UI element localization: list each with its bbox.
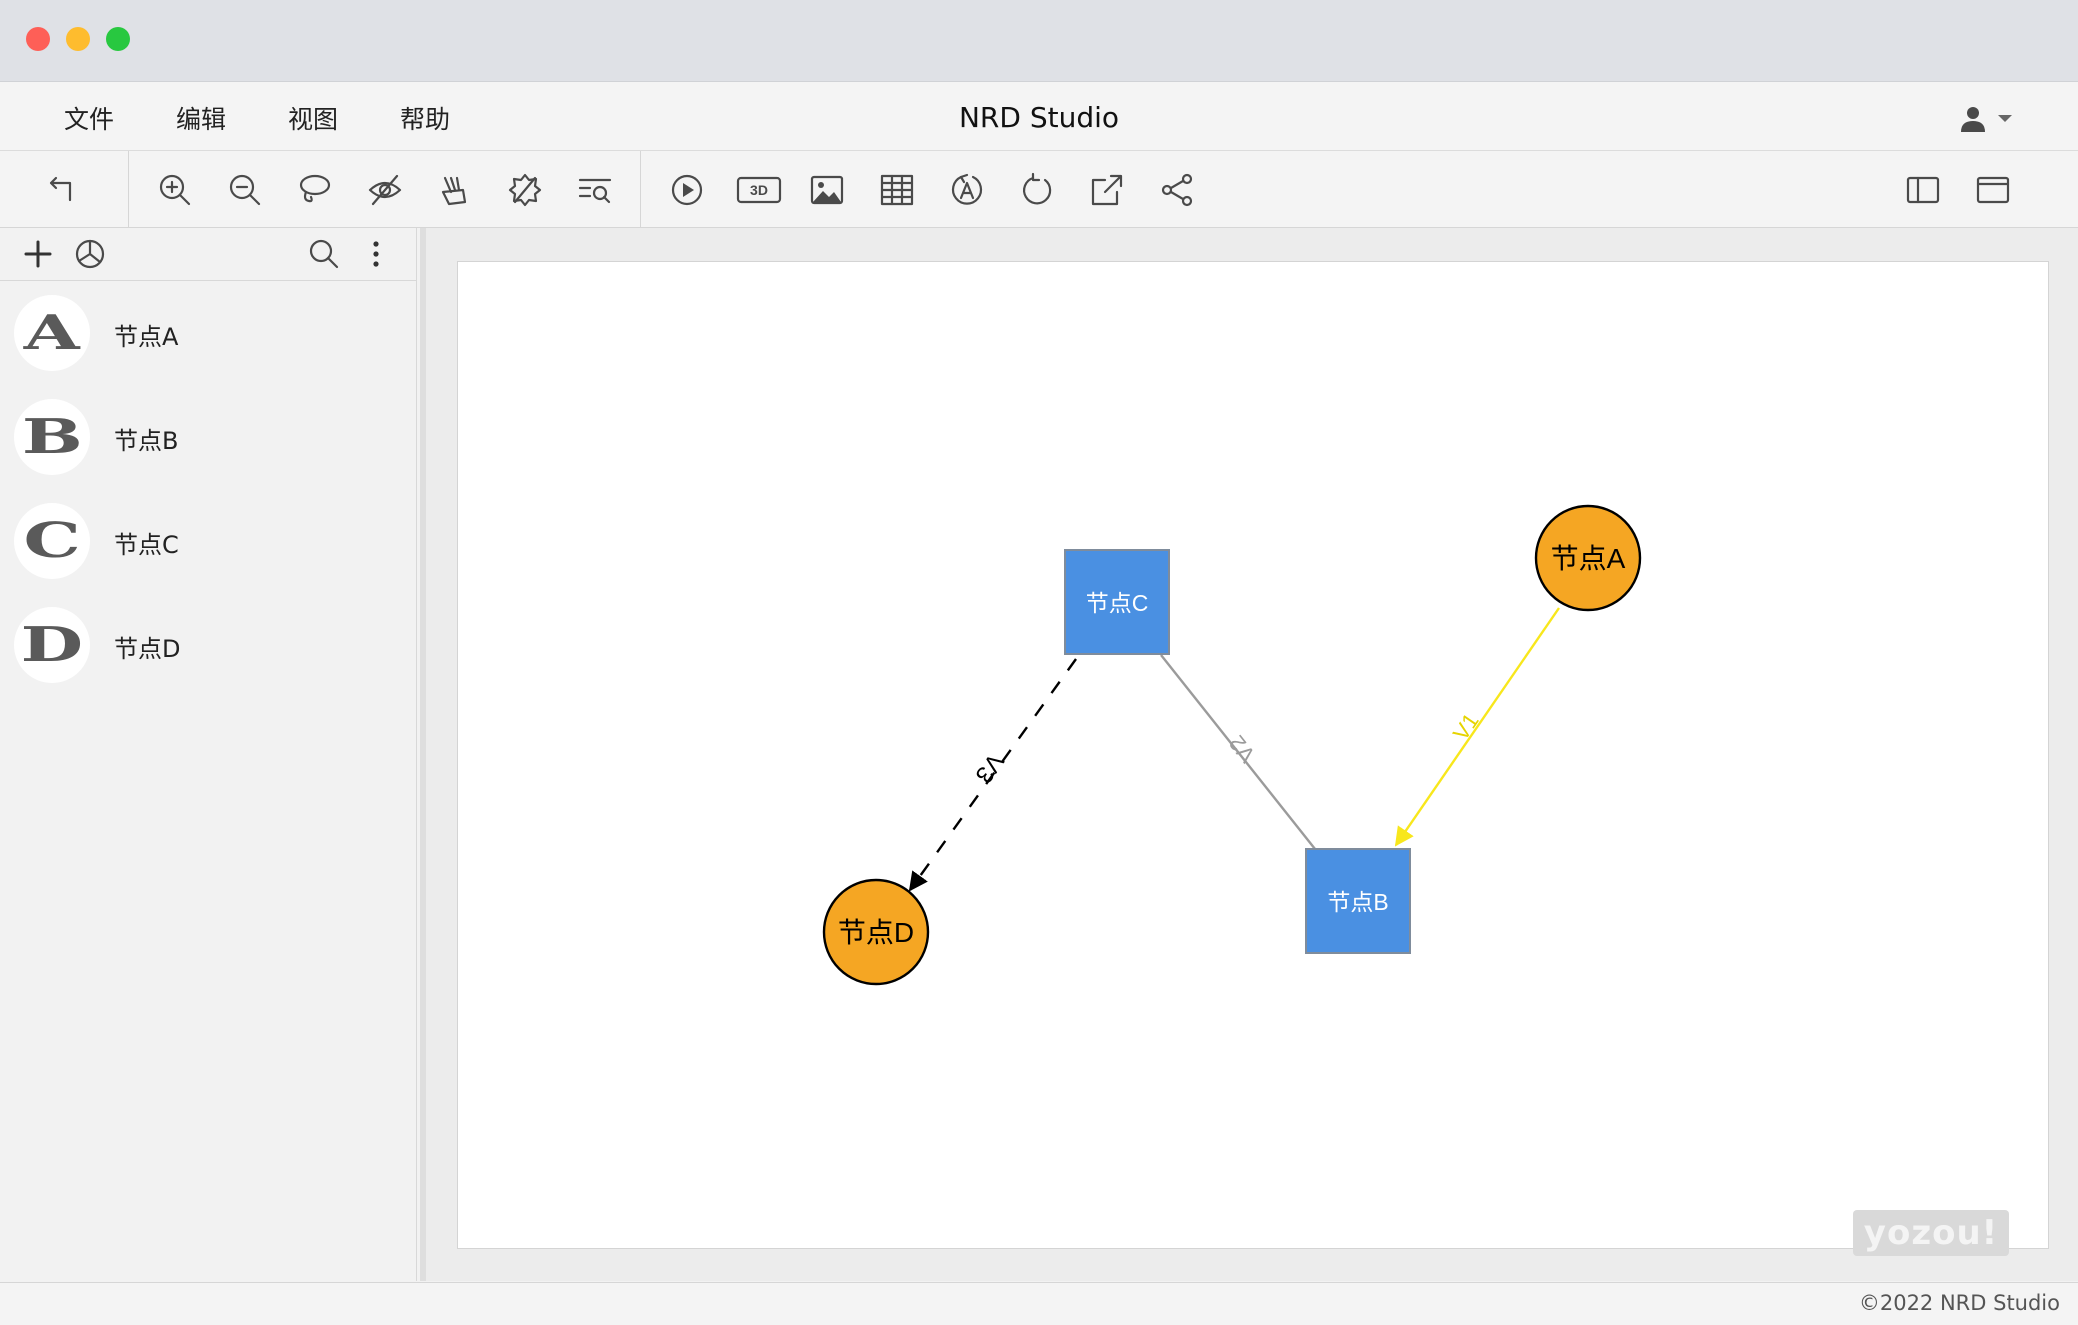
export-button[interactable] [1086, 169, 1128, 211]
hide-button[interactable] [364, 169, 406, 211]
node-c-icon: C [14, 503, 90, 579]
play-icon [671, 174, 703, 206]
edge-label-v2: V2 [1224, 731, 1260, 768]
table-button[interactable] [876, 169, 918, 211]
node-list-label: 节点D [114, 635, 181, 663]
graph-node-a[interactable]: 节点A [1534, 504, 1642, 612]
zoom-in-icon [159, 174, 191, 206]
edge-label-v3: V3 [970, 748, 1009, 788]
copyright-text: ©2022 NRD Studio [1858, 1291, 2060, 1315]
refresh-icon [1023, 172, 1052, 205]
image-button[interactable] [806, 169, 848, 211]
graph-node-label: 节点A [1551, 543, 1626, 574]
edge-label-v1: V1 [1448, 709, 1484, 745]
menu-help[interactable]: 帮助 [400, 100, 450, 136]
graph-node-d[interactable]: 节点D [822, 878, 930, 986]
graph-svg: V1 V2 V3 节点C 节点B 节点A 节点D [822, 504, 1642, 986]
node-list-label: 节点C [114, 531, 179, 559]
export-icon [1091, 174, 1123, 206]
toolbar-divider [128, 151, 129, 227]
pie-chart-icon [75, 239, 105, 269]
clear-selection-button[interactable] [504, 169, 546, 211]
lasso-button[interactable] [294, 169, 336, 211]
brush-button[interactable] [434, 169, 476, 211]
clear-selection-icon [508, 173, 542, 207]
node-list-item-d[interactable]: D 节点D [0, 593, 416, 697]
add-node-button[interactable] [20, 236, 56, 272]
graph-canvas[interactable]: V1 V2 V3 节点C 节点B 节点A 节点D [457, 261, 2049, 1249]
zoom-in-button[interactable] [154, 169, 196, 211]
menu-edit[interactable]: 编辑 [176, 100, 226, 136]
node-list-label: 节点B [114, 427, 179, 455]
node-panel: A 节点A B 节点B C 节点C D 节点D [0, 228, 417, 1281]
graph-node-label: 节点D [838, 917, 914, 948]
search-list-icon [578, 178, 612, 204]
toolbar-divider [640, 151, 641, 227]
status-bar: ©2022 NRD Studio [0, 1282, 2078, 1325]
more-options-button[interactable] [358, 236, 394, 272]
search-nodes-button[interactable] [306, 236, 342, 272]
minimize-window-button[interactable] [66, 27, 90, 51]
node-list-label: 节点A [114, 323, 179, 351]
toggle-sidebar-button[interactable] [1902, 169, 1944, 211]
graph-node-b[interactable]: 节点B [1305, 848, 1411, 954]
table-icon [880, 174, 914, 206]
node-a-icon: A [14, 295, 90, 371]
lasso-icon [299, 174, 331, 203]
play-button[interactable] [666, 169, 708, 211]
brush-icon [441, 176, 467, 206]
node-b-icon: B [14, 399, 90, 475]
search-icon [309, 239, 339, 269]
title-bar [0, 0, 2078, 82]
node-panel-header [0, 228, 416, 281]
zoom-out-button[interactable] [224, 169, 266, 211]
menu-file[interactable]: 文件 [64, 100, 114, 136]
refresh-button[interactable] [1016, 169, 1058, 211]
node-list-item-c[interactable]: C 节点C [0, 489, 416, 593]
toolbar: 3D [0, 151, 2078, 228]
3d-view-button[interactable]: 3D [736, 169, 782, 211]
node-list-item-a[interactable]: A 节点A [0, 281, 416, 385]
graph-node-label: 节点B [1327, 889, 1388, 915]
hide-icon [368, 174, 402, 206]
user-menu[interactable] [1956, 104, 2018, 134]
auto-layout-icon [951, 173, 983, 205]
graph-node-c[interactable]: 节点C [1064, 549, 1170, 655]
maximize-window-button[interactable] [106, 27, 130, 51]
menu-bar: 文件 编辑 视图 帮助 NRD Studio [0, 82, 2078, 151]
image-icon [810, 175, 844, 205]
sidebar-toggle-icon [1906, 176, 1940, 204]
3d-icon: 3D [736, 176, 782, 204]
zoom-out-icon [229, 174, 261, 206]
share-button[interactable] [1156, 169, 1198, 211]
graph-node-label: 节点C [1086, 590, 1149, 616]
user-icon [1961, 107, 2012, 132]
close-window-button[interactable] [26, 27, 50, 51]
node-list-item-b[interactable]: B 节点B [0, 385, 416, 489]
undo-icon [49, 176, 72, 202]
more-vertical-icon [373, 241, 379, 267]
menu-view[interactable]: 视图 [288, 100, 338, 136]
auto-layout-button[interactable] [946, 169, 988, 211]
chevron-down-icon [1998, 115, 2012, 122]
stats-button[interactable] [72, 236, 108, 272]
plus-icon [24, 240, 52, 268]
search-list-button[interactable] [574, 169, 616, 211]
svg-text:3D: 3D [750, 182, 768, 198]
watermark-logo: yozou! [1853, 1210, 2009, 1256]
window-icon [1976, 176, 2010, 204]
window-layout-button[interactable] [1972, 169, 2014, 211]
node-d-icon: D [14, 607, 90, 683]
undo-button[interactable] [43, 169, 85, 211]
share-icon [1161, 173, 1193, 207]
